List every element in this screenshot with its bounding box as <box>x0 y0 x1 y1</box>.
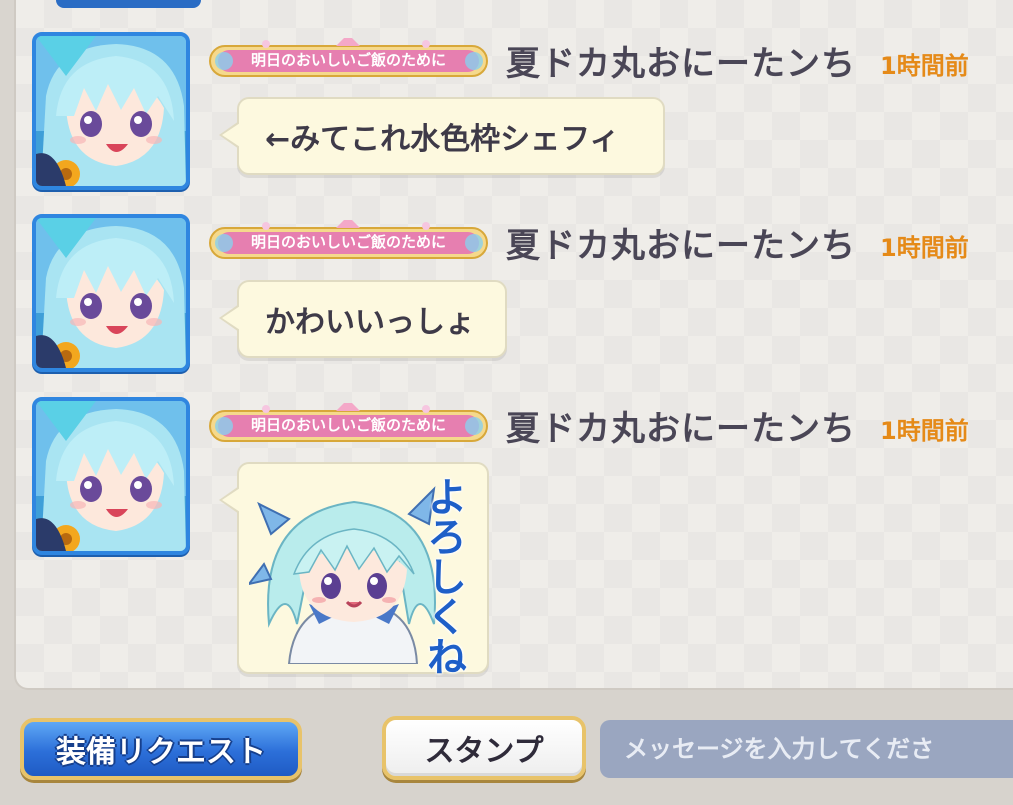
equip-request-button[interactable]: 装備リクエスト <box>20 718 302 780</box>
message-bubble: ←みてこれ水色枠シェフィ <box>219 97 665 175</box>
user-avatar[interactable] <box>32 397 190 555</box>
title-badge: 明日のおいしいご飯のために <box>206 220 491 264</box>
message-input[interactable] <box>600 720 1013 778</box>
user-avatar[interactable] <box>32 214 190 372</box>
stamp-button[interactable]: スタンプ <box>382 716 586 780</box>
avatar-image <box>36 218 186 368</box>
username[interactable]: 夏ドカ丸おにーたンち <box>506 36 856 85</box>
title-badge-text: 明日のおいしいご飯のために <box>250 233 446 251</box>
avatar-image <box>36 36 186 186</box>
stamp-caption: よろしくね <box>420 476 466 676</box>
stamp-bubble: よろしくね <box>219 462 489 676</box>
username[interactable]: 夏ドカ丸おにーたンち <box>506 401 856 450</box>
timestamp: 1時間前 <box>880 234 969 262</box>
username[interactable]: 夏ドカ丸おにーたンち <box>506 218 856 267</box>
timestamp: 1時間前 <box>880 417 969 445</box>
user-avatar[interactable] <box>32 32 190 190</box>
timestamp: 1時間前 <box>880 52 969 80</box>
message-bubble: かわいいっしょ <box>219 280 507 358</box>
title-badge: 明日のおいしいご飯のために <box>206 38 491 82</box>
message-text: かわいいっしょ <box>265 305 475 340</box>
title-badge: 明日のおいしいご飯のために <box>206 403 491 447</box>
title-badge-text: 明日のおいしいご飯のために <box>250 416 446 434</box>
previous-message-edge <box>56 0 201 8</box>
title-badge-text: 明日のおいしいご飯のために <box>250 51 446 69</box>
avatar-image <box>36 401 186 551</box>
chat-toolbar: 装備リクエスト スタンプ <box>0 690 1013 805</box>
message-text: ←みてこれ水色枠シェフィ <box>265 122 620 157</box>
